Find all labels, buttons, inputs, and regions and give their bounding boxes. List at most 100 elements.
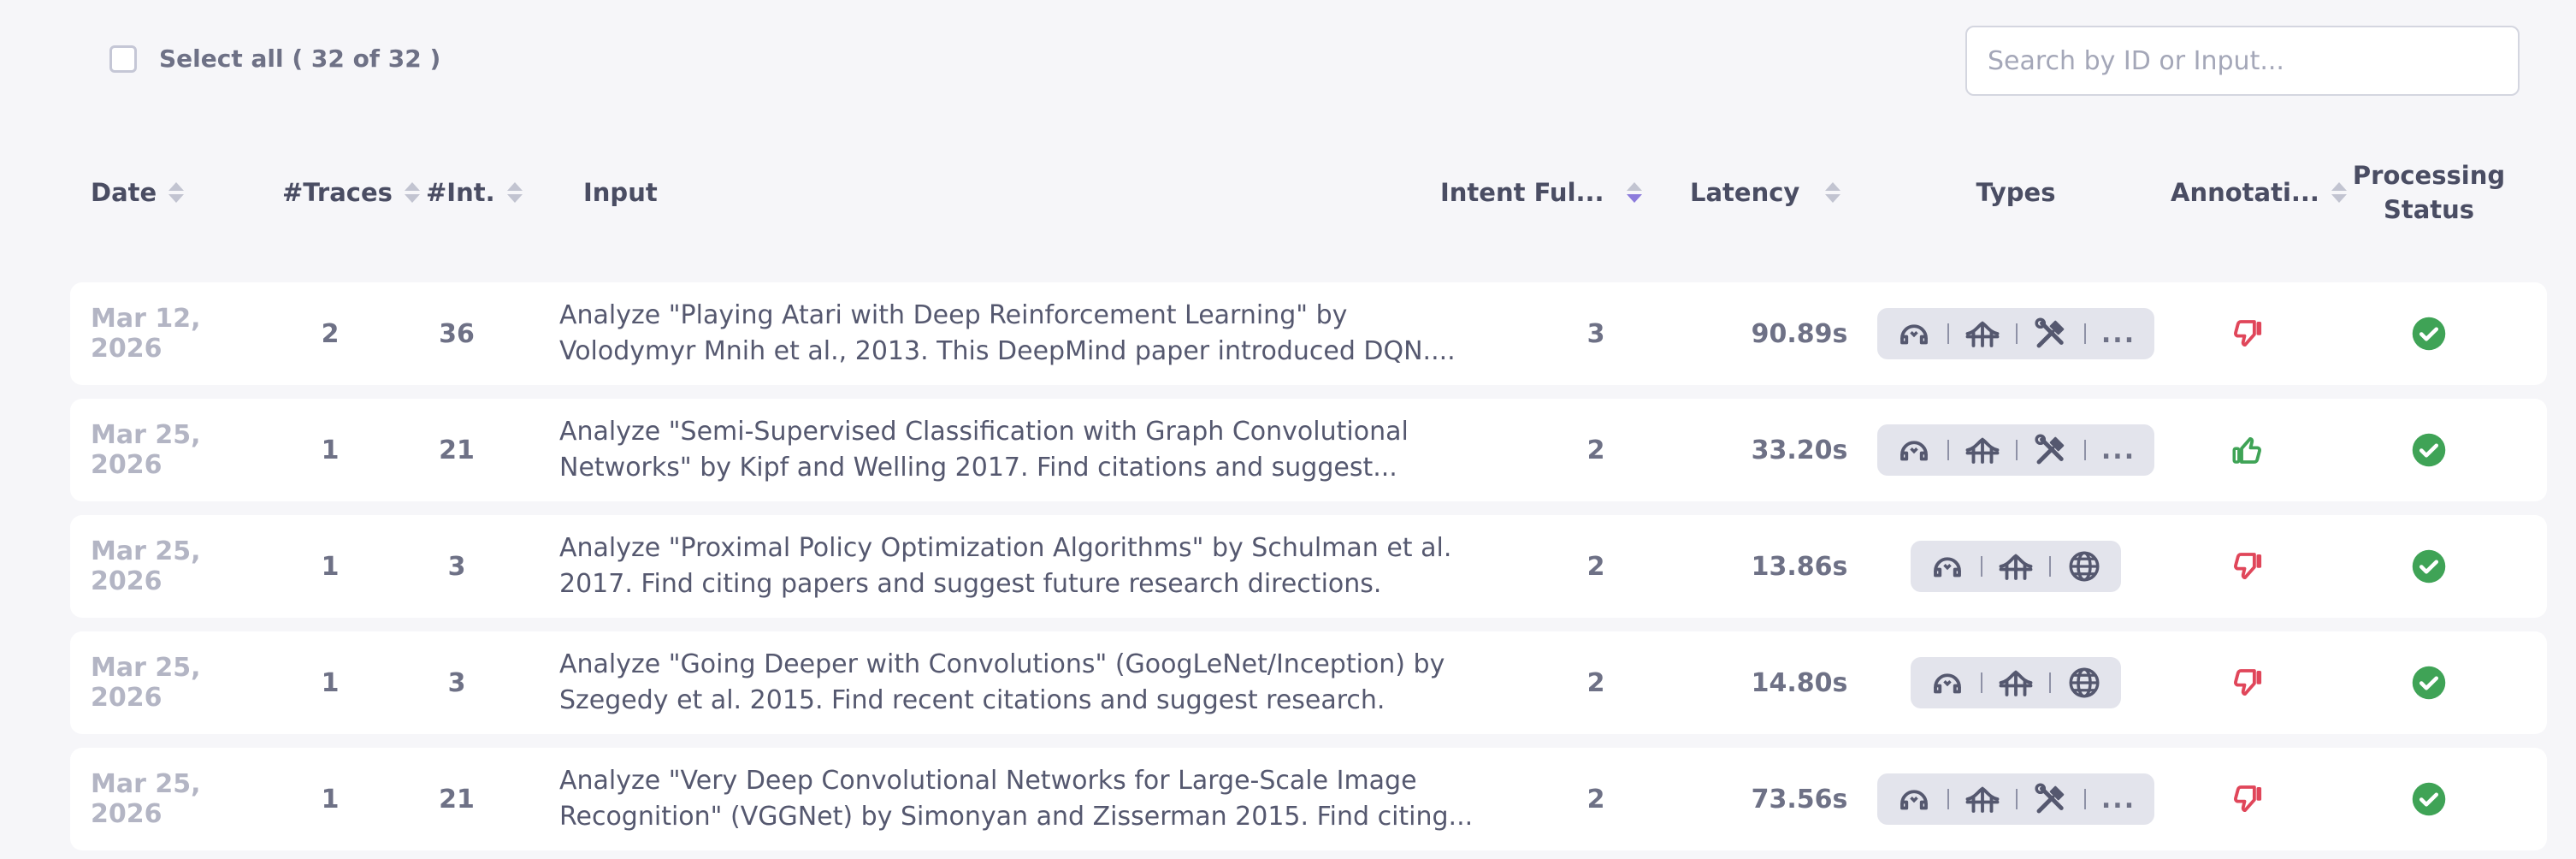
- bridge-icon: [1964, 781, 2000, 817]
- row-annotation[interactable]: [2205, 631, 2290, 734]
- separator: [1947, 323, 1949, 344]
- row-intent: 2: [1586, 784, 1605, 815]
- separator: [2049, 672, 2051, 693]
- row-interactions: 3: [447, 667, 466, 698]
- row-traces: 2: [321, 318, 340, 349]
- row-types: ...: [1876, 399, 2155, 501]
- check-circle-icon: [2411, 548, 2447, 584]
- agent-icon: [1929, 665, 1965, 701]
- column-header-label: Types: [1976, 178, 2056, 207]
- row-types: [1882, 515, 2150, 618]
- column-header-label: Status: [2383, 195, 2475, 224]
- column-header-label: Latency: [1690, 178, 1800, 207]
- column-header-date[interactable]: Date: [91, 154, 185, 231]
- check-circle-icon: [2411, 665, 2447, 701]
- column-header-latency[interactable]: Latency: [1690, 154, 1841, 231]
- separator: [1947, 440, 1949, 460]
- row-input[interactable]: Analyze "Playing Atari with Deep Reinfor…: [559, 282, 1483, 385]
- row-input-text: Analyze "Semi-Supervised Classification …: [559, 417, 1409, 483]
- row-input[interactable]: Analyze "Semi-Supervised Classification …: [559, 399, 1483, 501]
- column-header-label: Processing: [2352, 161, 2506, 190]
- table-row[interactable]: Mar 25, 2026 1 21 Analyze "Semi-Supervis…: [70, 399, 2547, 501]
- thumbs-down-icon[interactable]: [2230, 316, 2266, 352]
- row-date: Mar 12, 2026: [91, 304, 201, 364]
- row-annotation[interactable]: [2205, 399, 2290, 501]
- agent-icon: [1896, 316, 1932, 352]
- column-header-types: Types: [1882, 154, 2150, 231]
- types-pill[interactable]: ...: [1876, 424, 2155, 476]
- globe-icon: [2066, 665, 2102, 701]
- thumbs-down-icon[interactable]: [2230, 665, 2266, 701]
- row-processing-status: [2386, 399, 2472, 501]
- row-input-text: Analyze "Going Deeper with Convolutions"…: [559, 649, 1445, 715]
- check-circle-icon: [2411, 432, 2447, 468]
- column-header-label: #Traces: [282, 178, 393, 207]
- sort-icon[interactable]: [506, 182, 523, 203]
- column-header-interactions[interactable]: #Int.: [426, 154, 523, 231]
- row-annotation[interactable]: [2205, 282, 2290, 385]
- table-row[interactable]: Mar 25, 2026 1 21 Analyze "Very Deep Con…: [70, 748, 2547, 850]
- row-input[interactable]: Analyze "Very Deep Convolutional Network…: [559, 748, 1483, 850]
- row-processing-status: [2386, 631, 2472, 734]
- row-date: Mar 25, 2026: [91, 769, 201, 829]
- row-date: Mar 25, 2026: [91, 420, 201, 480]
- column-header-traces[interactable]: #Traces: [282, 154, 420, 231]
- row-types: [1882, 631, 2150, 734]
- sort-icon[interactable]: [168, 182, 185, 203]
- agent-icon: [1929, 548, 1965, 584]
- row-input-text: Analyze "Proximal Policy Optimization Al…: [559, 533, 1452, 599]
- types-pill[interactable]: [1911, 657, 2121, 708]
- row-annotation[interactable]: [2205, 515, 2290, 618]
- row-intent: 2: [1586, 551, 1605, 582]
- row-types: ...: [1876, 282, 2155, 385]
- row-latency: 90.89s: [1751, 318, 1848, 349]
- row-input[interactable]: Analyze "Proximal Policy Optimization Al…: [559, 515, 1483, 618]
- row-traces: 1: [321, 435, 340, 465]
- types-pill[interactable]: ...: [1876, 308, 2155, 359]
- sort-icon[interactable]: [1825, 182, 1841, 203]
- thumbs-down-icon[interactable]: [2230, 781, 2266, 817]
- table-row[interactable]: Mar 25, 2026 1 3 Analyze "Proximal Polic…: [70, 515, 2547, 618]
- thumbs-down-icon[interactable]: [2230, 548, 2266, 584]
- row-annotation[interactable]: [2205, 748, 2290, 850]
- row-input-text: Analyze "Very Deep Convolutional Network…: [559, 766, 1474, 832]
- column-header-processing-status: Processing Status: [2343, 154, 2514, 231]
- select-all-label: Select all ( 32 of 32 ): [159, 44, 441, 73]
- bridge-icon: [1964, 432, 2000, 468]
- types-more: ...: [2100, 318, 2136, 349]
- tools-icon: [2033, 781, 2069, 817]
- types-pill[interactable]: [1911, 541, 2121, 592]
- thumbs-up-icon[interactable]: [2230, 432, 2266, 468]
- row-input[interactable]: Analyze "Going Deeper with Convolutions"…: [559, 631, 1483, 734]
- column-header-label: #Int.: [426, 178, 495, 207]
- sort-icon[interactable]: [404, 182, 420, 203]
- row-intent: 2: [1586, 435, 1605, 465]
- row-processing-status: [2386, 282, 2472, 385]
- select-all-checkbox[interactable]: [109, 44, 137, 73]
- table-row[interactable]: Mar 12, 2026 2 36 Analyze "Playing Atari…: [70, 282, 2547, 385]
- tools-icon: [2033, 432, 2069, 468]
- row-interactions: 21: [439, 784, 475, 815]
- column-header-intent[interactable]: Intent Ful...: [1440, 154, 1642, 231]
- bridge-icon: [1998, 665, 2034, 701]
- agent-icon: [1896, 432, 1932, 468]
- select-all-control[interactable]: Select all ( 32 of 32 ): [109, 44, 440, 73]
- separator: [2049, 556, 2051, 577]
- sort-icon[interactable]: [1626, 182, 1642, 203]
- row-date: Mar 25, 2026: [91, 653, 201, 713]
- table-row[interactable]: Mar 25, 2026 1 3 Analyze "Going Deeper w…: [70, 631, 2547, 734]
- row-interactions: 36: [439, 318, 475, 349]
- types-more: ...: [2100, 784, 2136, 815]
- check-circle-icon: [2411, 316, 2447, 352]
- types-pill[interactable]: ...: [1876, 773, 2155, 825]
- column-header-annotation[interactable]: Annotati...: [2171, 154, 2347, 231]
- row-intent: 2: [1586, 667, 1605, 698]
- row-date: Mar 25, 2026: [91, 536, 201, 596]
- row-traces: 1: [321, 667, 340, 698]
- row-interactions: 3: [447, 551, 466, 582]
- column-header-label: Input: [583, 178, 658, 207]
- row-interactions: 21: [439, 435, 475, 465]
- search-input[interactable]: [1965, 26, 2520, 96]
- separator: [1981, 672, 1982, 693]
- column-header-label: Annotati...: [2171, 178, 2319, 207]
